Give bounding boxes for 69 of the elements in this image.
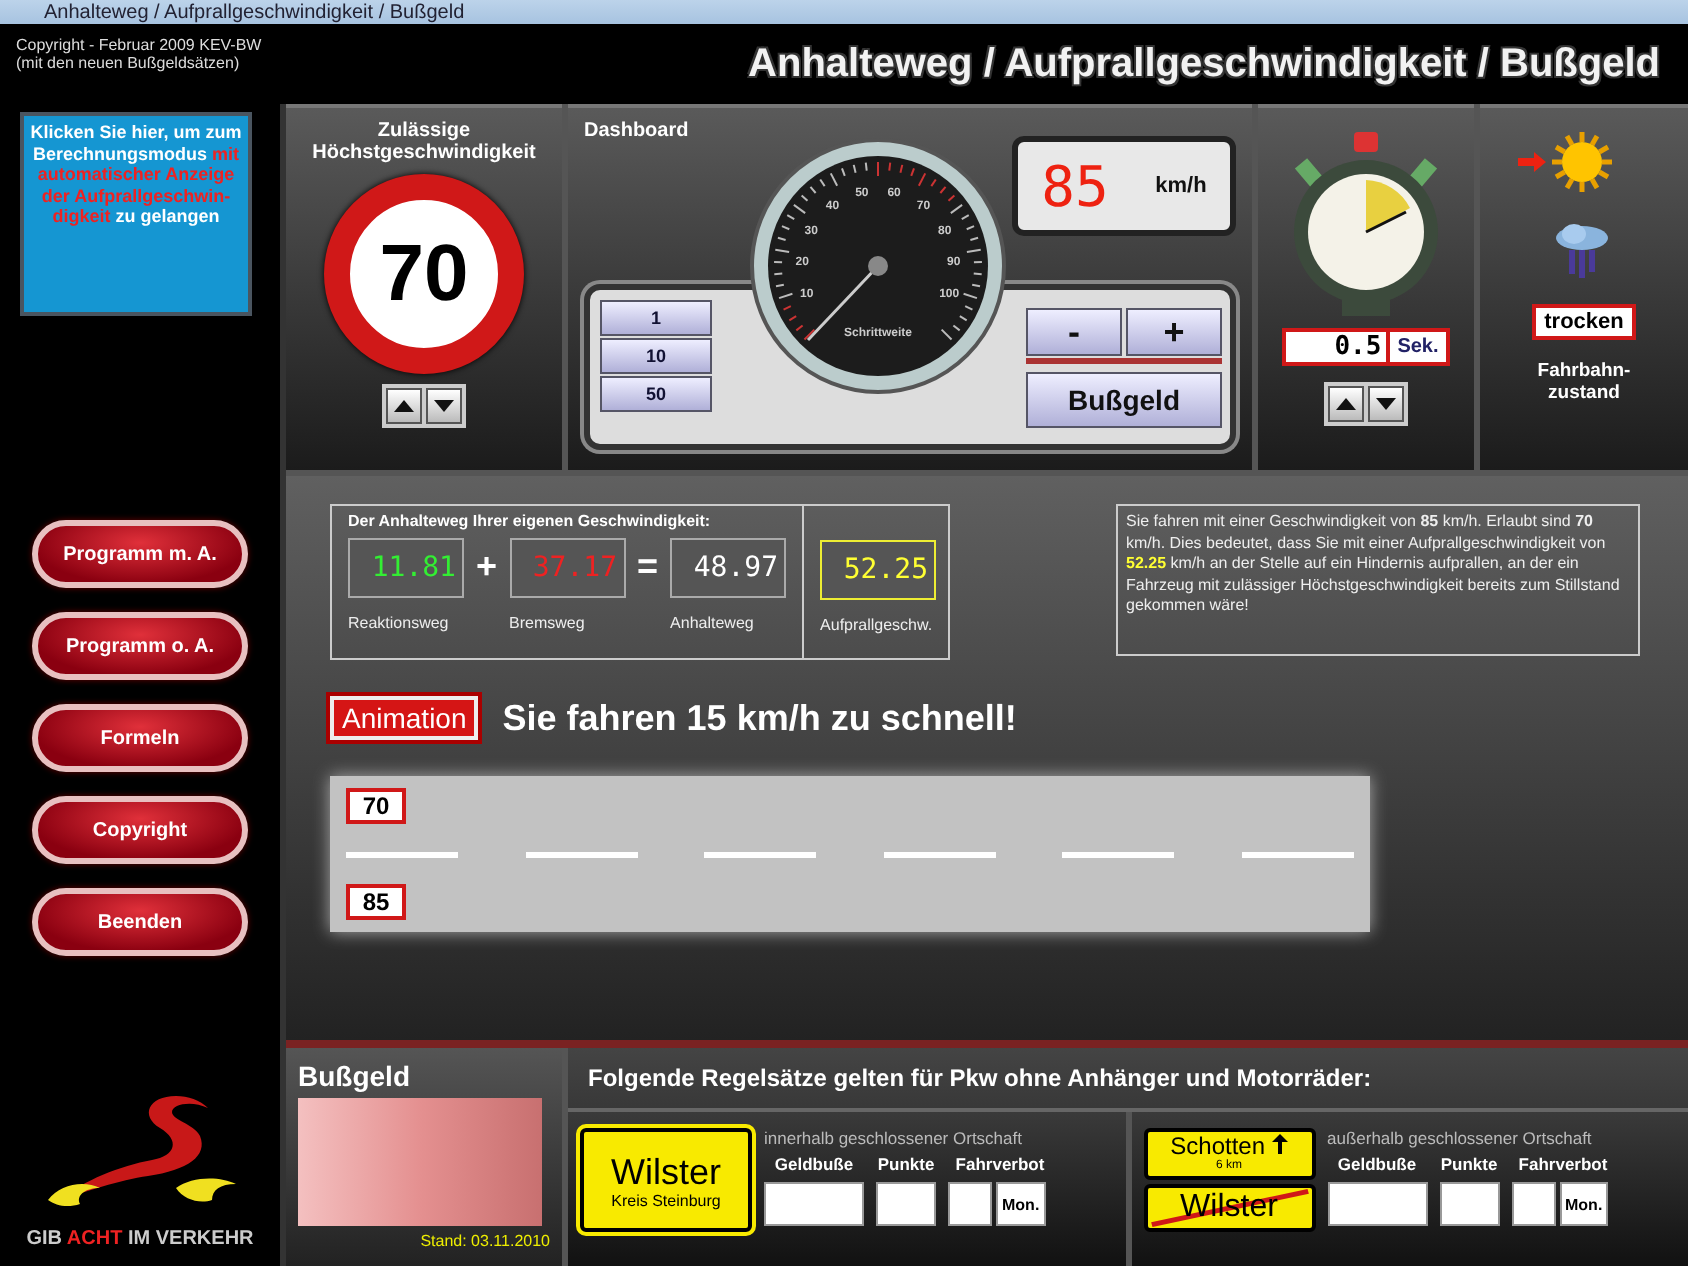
distance-display: 48.97: [670, 538, 787, 598]
speed-limit-title: Zulässige Höchstgeschwindigkeit: [310, 120, 538, 164]
menu-button[interactable]: Copyright: [32, 796, 248, 864]
column-header: Geldbuße: [772, 1154, 856, 1174]
explanation-text: Sie fahren mit einer Geschwindigkeit von 85 km/h. Erlaubt sind 70 km/h. Dies bedeutet, dass Sie mit einer Aufprallgeschwindigkeit von 52.25 km/h an der Stelle auf ein Hindernis aufprallen, an der ein Fahrzeug mit zulässiger Höchstgeschwindigkeit bereits zum Stillstand gekommen wäre!: [1116, 504, 1640, 656]
speed-limit-sign: 70: [324, 174, 524, 374]
unit-label: Mon.: [996, 1182, 1046, 1226]
triangle-up-icon: [1336, 398, 1356, 410]
operator-sign: +: [476, 546, 498, 588]
step-button[interactable]: 50: [600, 376, 712, 412]
date-text: Stand: 03.11.2010: [418, 1232, 550, 1250]
points-field[interactable]: [876, 1182, 936, 1226]
up-button[interactable]: [1328, 386, 1364, 422]
menu-button[interactable]: Programm m. A.: [32, 520, 248, 588]
ban-field[interactable]: [1511, 1182, 1555, 1226]
triangle-up-icon: [394, 400, 414, 412]
column-header: Punkte: [876, 1154, 936, 1174]
road-condition-field[interactable]: trocken: [1532, 304, 1636, 340]
lane-speed-label: 85: [346, 884, 406, 920]
ban-field[interactable]: [948, 1182, 992, 1226]
points-field[interactable]: [1439, 1182, 1499, 1226]
fine-button[interactable]: Bußgeld: [1026, 372, 1222, 428]
triangle-down-icon: [1376, 398, 1396, 410]
fine-field[interactable]: [764, 1182, 864, 1226]
speed-display: 85 km/h: [1012, 136, 1236, 236]
town-sign: Wilster Kreis Steinburg: [580, 1128, 752, 1232]
menu-button[interactable]: Programm o. A.: [32, 612, 248, 680]
sun-icon[interactable]: [1550, 130, 1614, 194]
arrow-up-icon: [1271, 1134, 1288, 1154]
dashboard-title: Dashboard: [584, 120, 691, 146]
distance-label: Bremsweg: [509, 614, 585, 632]
distance-label: Reaktionsweg: [348, 614, 449, 632]
fine-field[interactable]: [1327, 1182, 1427, 1226]
column-header: Fahrverbot: [953, 1154, 1047, 1174]
fine-title: Bußgeld: [298, 1060, 412, 1092]
operator-sign: =: [637, 546, 659, 588]
triangle-down-icon: [434, 400, 454, 412]
column-header: Punkte: [1439, 1154, 1499, 1174]
copyright-text: (mit den neuen Bußgeldsätzen): [16, 54, 242, 72]
unit-label: Mon.: [1559, 1182, 1609, 1226]
menu-button[interactable]: Beenden: [32, 888, 248, 956]
lane-speed-label: 70: [346, 788, 406, 824]
results-title: Der Anhalteweg Ihrer eigenen Geschwindigkeit:: [348, 512, 713, 530]
menu-button[interactable]: Formeln: [32, 704, 248, 772]
speed-adjust-button[interactable]: -: [1026, 308, 1122, 356]
step-button[interactable]: 10: [600, 338, 712, 374]
animation-button[interactable]: Animation: [330, 696, 479, 740]
rain-cloud-icon[interactable]: [1550, 218, 1614, 282]
step-button[interactable]: 1: [600, 300, 712, 336]
up-button[interactable]: [386, 388, 422, 424]
impact-speed-display: 52.25: [820, 540, 937, 600]
reaction-time-field[interactable]: 0.5 Sek.: [1281, 328, 1451, 366]
down-button[interactable]: [426, 388, 462, 424]
area-caption: außerhalb geschlossener Ortschaft: [1327, 1128, 1594, 1148]
copyright-text: Copyright - Februar 2009 KEV-BW: [16, 36, 262, 54]
distance-label: Anhalteweg: [670, 614, 754, 632]
road-condition-label: Fahrbahn-zustand: [1535, 360, 1633, 404]
column-header: Fahrverbot: [1516, 1154, 1610, 1174]
impact-speed-label: Aufprallgeschw.: [820, 616, 935, 634]
logo-text: GIB ACHT IM VERKEHR: [26, 1228, 254, 1250]
area-caption: innerhalb geschlossener Ortschaft: [764, 1128, 1024, 1148]
distance-display: 11.81: [348, 538, 464, 598]
speeding-message: Sie fahren 15 km/h zu schnell!: [502, 697, 1017, 739]
distance-display: 37.17: [509, 538, 626, 598]
speed-adjust-button[interactable]: +: [1126, 308, 1222, 356]
app-title: Anhalteweg / Aufprallgeschwindigkeit / Bußgeld: [748, 41, 1660, 87]
column-header: Geldbuße: [1335, 1154, 1419, 1174]
down-button[interactable]: [1368, 386, 1404, 422]
window-title: Anhalteweg / Aufprallgeschwindigkeit / Bußgeld: [0, 0, 1688, 24]
